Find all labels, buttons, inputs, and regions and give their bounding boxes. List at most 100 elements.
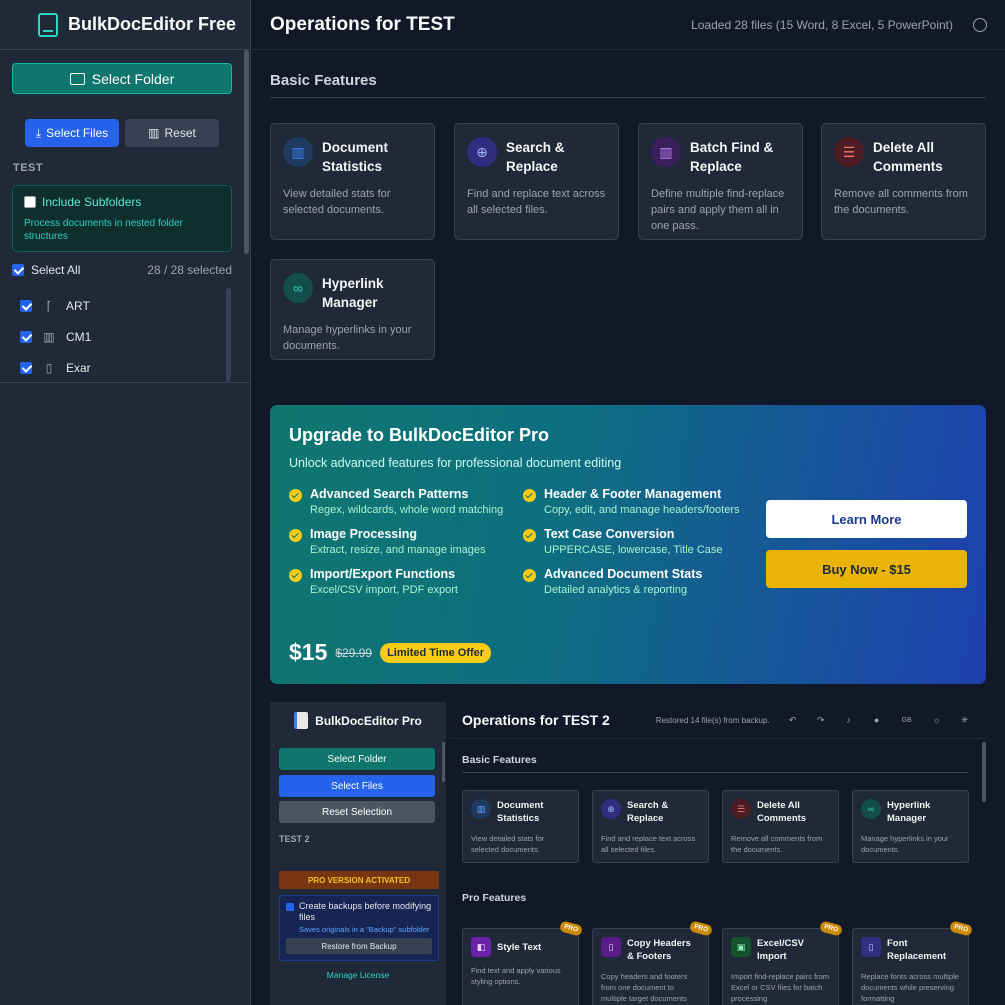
- select-all-checkbox[interactable]: [12, 264, 24, 276]
- select-files-button[interactable]: ⤓ Select Files: [25, 119, 119, 147]
- preview-card-title: Excel/CSV Import: [757, 938, 804, 962]
- download-icon: ⤓: [35, 125, 42, 140]
- chart-icon: ▥: [283, 137, 313, 167]
- preview-pro-card: PRO ▣ Excel/CSV Import Import find-replac…: [722, 920, 844, 1005]
- file-list-scrollbar[interactable]: [226, 288, 231, 382]
- preview-pro-heading: Pro Features: [462, 892, 527, 904]
- upgrade-promo: Upgrade to BulkDocEditor Pro Unlock adva…: [270, 405, 986, 684]
- book-icon: [38, 12, 58, 37]
- file-checkbox[interactable]: [20, 361, 32, 374]
- card-delete-comments[interactable]: ☰ Delete All Comments Remove all comment…: [821, 123, 986, 240]
- feature-desc: Extract, resize, and manage images: [310, 544, 486, 556]
- preview-basic-heading: Basic Features: [462, 754, 537, 766]
- select-all-label[interactable]: Select All: [31, 263, 80, 277]
- app-logo-icon: [294, 712, 309, 729]
- card-document-statistics[interactable]: ▥ Document Statistics View detailed stat…: [270, 123, 435, 240]
- file-row[interactable]: ▥ CM1: [20, 321, 232, 352]
- app-title: BulkDocEditor Free: [68, 14, 237, 34]
- promo-subtitle: Unlock advanced features for professiona…: [289, 456, 622, 470]
- card-title: Search & Replace: [506, 140, 565, 174]
- preview-select-folder-label: Select Folder: [327, 753, 387, 765]
- feature-title: Header & Footer Management: [544, 487, 722, 501]
- feature-title: Text Case Conversion: [544, 527, 675, 541]
- link-icon: ∞: [283, 273, 313, 303]
- theme-toggle-icon[interactable]: [973, 17, 987, 32]
- backup-label: Create backups before modifying files: [286, 901, 432, 923]
- divider: [270, 97, 986, 98]
- document-icon: ▯: [45, 360, 53, 375]
- backup-box: Create backups before modifying files Sa…: [279, 895, 439, 961]
- feature-title: Advanced Search Patterns: [310, 487, 469, 501]
- folder-icon: [69, 72, 85, 85]
- feature-title: Advanced Document Stats: [544, 567, 703, 581]
- card-title: Document Statistics: [322, 140, 389, 174]
- check-icon: [289, 489, 302, 502]
- status-text: Loaded 28 files (15 Word, 8 Excel, 5 Pow…: [691, 17, 953, 32]
- promo-feature: Header & Footer Management Copy, edit, an…: [523, 487, 749, 518]
- offer-badge: Limited Time Offer: [380, 642, 492, 663]
- preview-select-files-label: Select Files: [331, 780, 383, 792]
- promo-feature: Image Processing Extract, resize, and man…: [289, 527, 523, 558]
- card-search-replace[interactable]: ⊕ Search & Replace Find and replace text…: [454, 123, 619, 240]
- card-title: Hyperlink Manager: [322, 276, 384, 310]
- font-icon: ▯: [861, 937, 881, 957]
- file-row[interactable]: ⌈ ART: [20, 290, 232, 321]
- link-icon: ∞: [861, 799, 881, 819]
- preview-card-title: Copy Headers & Footers: [627, 938, 691, 962]
- feature-desc: Detailed analytics & reporting: [544, 584, 688, 596]
- old-price: $29.99: [335, 645, 373, 660]
- comment-icon: ☰: [731, 799, 751, 819]
- chart-icon: ▥: [148, 126, 160, 140]
- preview-card: ▥ Document Statistics View detailed stats…: [462, 790, 579, 863]
- file-name: Exar: [66, 360, 91, 375]
- folder-section-label: TEST: [13, 162, 44, 174]
- undo-icon: ↶: [788, 714, 797, 725]
- preview-card-desc: Copy headers and footers from one docume…: [601, 972, 688, 1003]
- preview-scrollbar: [442, 742, 445, 782]
- preview-sidebar: BulkDocEditor Pro Select Folder Select F…: [270, 702, 446, 1005]
- buy-now-button[interactable]: Buy Now - $15: [766, 550, 967, 588]
- preview-card-desc: View detailed stats for selected documen…: [471, 834, 545, 854]
- preview-card: ☰ Delete All Comments Remove all comments…: [722, 790, 839, 863]
- preview-header: BulkDocEditor Pro: [270, 702, 446, 739]
- promo-features: Advanced Search Patterns Regex, wildcards…: [289, 487, 749, 598]
- feature-title: Image Processing: [310, 527, 417, 541]
- card-desc: View detailed stats for selected documen…: [283, 188, 391, 216]
- preview-pro-card: PRO ▯ Font Replacement Replace fonts acro…: [852, 920, 974, 1005]
- preview-card-title: Document Statistics: [497, 800, 544, 824]
- globe-icon: ●: [873, 715, 880, 725]
- file-row[interactable]: ▯ Exar: [20, 352, 232, 383]
- preview-card-desc: Remove all comments from the documents.: [731, 834, 823, 854]
- preview-scrollbar: [982, 742, 986, 802]
- card-batch-find-replace[interactable]: ▥ Batch Find & Replace Define multiple f…: [638, 123, 803, 240]
- chart-icon: ▥: [43, 329, 55, 344]
- dashed-doc-icon: ⌈: [46, 298, 52, 313]
- preview-card-title: Delete All Comments: [757, 800, 807, 824]
- preview-card-title: Search & Replace: [627, 800, 669, 824]
- pro-activated-banner: PRO VERSION ACTIVATED: [279, 871, 439, 889]
- search-icon: ⊕: [467, 137, 497, 167]
- card-title: Batch Find & Replace: [690, 140, 774, 174]
- preview-card-desc: Manage hyperlinks in your documents.: [861, 834, 949, 854]
- snowflake-icon: ✳: [960, 714, 969, 725]
- preview-app-title: BulkDocEditor Pro: [315, 713, 422, 728]
- reset-button[interactable]: ▥ Reset: [125, 119, 219, 147]
- card-hyperlink-manager[interactable]: ∞ Hyperlink Manager Manage hyperlinks in…: [270, 259, 435, 360]
- learn-more-button[interactable]: Learn More: [766, 500, 967, 538]
- manage-license-link: Manage License: [326, 970, 390, 980]
- file-checkbox[interactable]: [20, 330, 32, 343]
- include-subfolders-box: Include Subfolders Process documents in …: [12, 185, 232, 252]
- page-title: Operations for TEST: [270, 13, 455, 35]
- include-subfolders-label[interactable]: Include Subfolders: [42, 195, 141, 209]
- select-folder-button[interactable]: Select Folder: [12, 63, 232, 94]
- feature-desc: Regex, wildcards, whole word matching: [310, 504, 504, 516]
- select-files-label: Select Files: [46, 126, 109, 140]
- restore-button: Restore from Backup: [286, 938, 432, 954]
- promo-feature: Import/Export Functions Excel/CSV import,…: [289, 567, 523, 598]
- preview-card: ⊕ Search & Replace Find and replace text …: [592, 790, 709, 863]
- bell-icon: ♪: [846, 715, 851, 725]
- include-subfolders-checkbox[interactable]: [24, 196, 36, 208]
- check-icon: [289, 529, 302, 542]
- sidebar-scrollbar[interactable]: [244, 50, 249, 254]
- file-checkbox[interactable]: [20, 299, 32, 312]
